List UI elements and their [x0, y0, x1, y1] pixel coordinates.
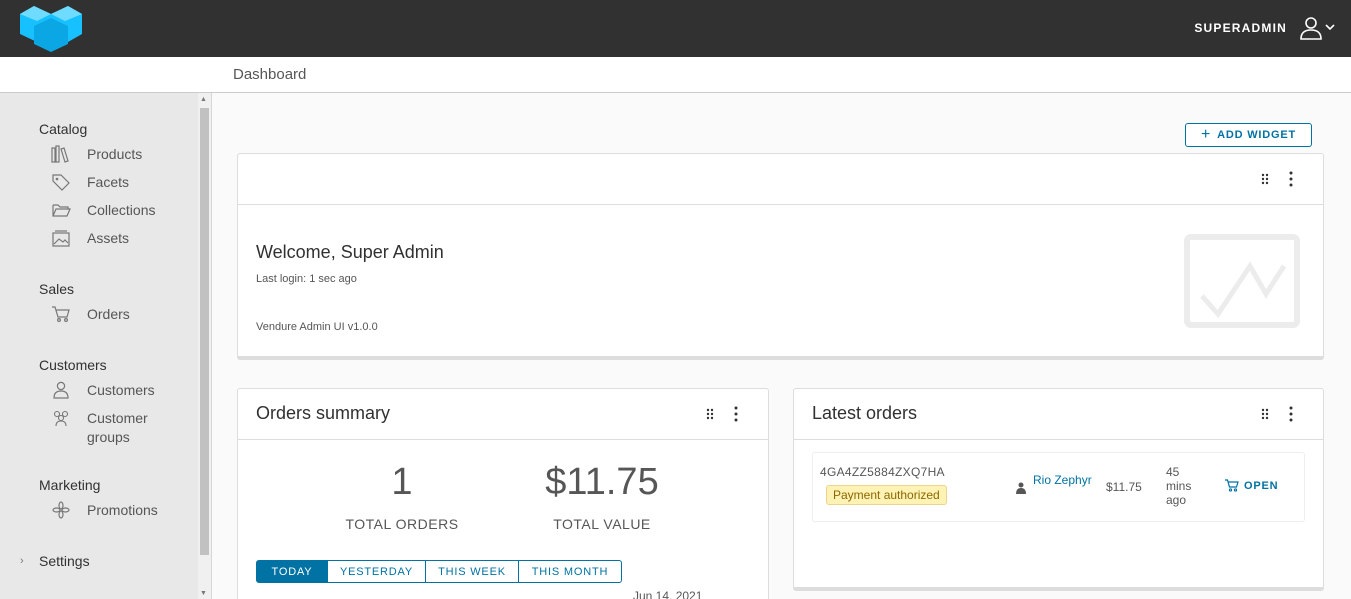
breadcrumb-bar: Dashboard	[0, 57, 1351, 93]
customer-link[interactable]: Rio Zephyr	[1033, 473, 1093, 487]
open-order-link[interactable]: OPEN	[1225, 479, 1278, 492]
sidebar-section-marketing: Marketing	[39, 477, 101, 493]
welcome-widget: Welcome, Super Admin Last login: 1 sec a…	[237, 153, 1324, 360]
vendure-cube-logo[interactable]	[20, 4, 82, 52]
sidebar-item-assets[interactable]: Assets	[51, 229, 129, 248]
widget-header	[238, 154, 1323, 205]
user-icon	[1300, 17, 1335, 40]
tab-today[interactable]: TODAY	[256, 560, 328, 583]
tab-this-month[interactable]: THIS MONTH	[519, 560, 622, 583]
sidebar-item-facets[interactable]: Facets	[51, 173, 129, 192]
sidebar-item-promotions[interactable]: Promotions	[51, 501, 158, 520]
sidebar-item-label: Facets	[87, 174, 130, 190]
add-widget-button[interactable]: + ADD WIDGET	[1185, 123, 1312, 147]
user-icon	[1016, 482, 1026, 494]
sidebar-item-label: Orders	[87, 306, 130, 322]
sidebar-section-settings[interactable]: Settings	[39, 553, 90, 569]
scroll-up-arrow-icon[interactable]: ▲	[200, 96, 207, 103]
sidebar-item-label: Promotions	[87, 502, 158, 518]
period-tabs: TODAY YESTERDAY THIS WEEK THIS MONTH	[256, 560, 622, 583]
last-login-text: Last login: 1 sec ago	[256, 273, 357, 285]
shopping-cart-icon	[1225, 479, 1239, 492]
total-orders-label: TOTAL ORDERS	[345, 516, 459, 532]
version-text: Vendure Admin UI v1.0.0	[256, 321, 378, 333]
line-chart-placeholder-icon	[1184, 234, 1300, 328]
sidebar-item-label: Customer groups	[87, 410, 148, 445]
sidebar-item-label: Products	[87, 146, 143, 162]
sidebar-item-label: Customers	[87, 382, 155, 398]
sidebar-scrollbar-thumb[interactable]	[200, 108, 209, 555]
users-icon	[53, 410, 69, 427]
chevron-down-icon	[1325, 24, 1335, 31]
sidebar-section-catalog: Catalog	[39, 121, 88, 137]
more-options-icon[interactable]	[733, 405, 739, 423]
total-value-label: TOTAL VALUE	[553, 516, 651, 532]
top-header: SUPERADMIN	[0, 0, 1351, 57]
table-row: 4GA4ZZ5884ZXQ7HA Payment authorized Rio …	[812, 452, 1305, 522]
date-label: Jun 14, 2021	[633, 589, 703, 599]
orders-summary-widget: Orders summary 1 TOTAL ORDERS $11.75 TOT…	[237, 388, 769, 599]
widget-title: Latest orders	[812, 403, 918, 423]
user-icon	[53, 381, 69, 399]
scroll-down-arrow-icon[interactable]: ▼	[200, 590, 207, 597]
tag-icon	[52, 174, 70, 191]
sidebar-item-label: Collections	[87, 202, 156, 218]
drag-handle-icon[interactable]	[705, 407, 715, 421]
order-time: 45 mins ago	[1166, 465, 1192, 507]
sidebar-item-collections[interactable]: Collections	[51, 201, 155, 220]
sidebar-item-customers[interactable]: Customers	[51, 381, 155, 400]
sidebar-section-sales: Sales	[39, 281, 75, 297]
open-label: OPEN	[1244, 479, 1279, 492]
drag-handle-icon[interactable]	[1260, 172, 1270, 186]
sidebar-item-customer-groups[interactable]: Customer groups	[51, 409, 181, 447]
sidebar-item-label: Assets	[87, 230, 130, 246]
status-badge: Payment authorized	[826, 485, 947, 505]
order-code: 4GA4ZZ5884ZXQ7HA	[820, 465, 945, 479]
image-gallery-icon	[52, 230, 70, 247]
sidebar-item-products[interactable]: Products	[51, 145, 142, 164]
sidebar-section-customers: Customers	[39, 357, 107, 373]
sidebar-nav	[0, 93, 212, 599]
drag-handle-icon[interactable]	[1260, 407, 1270, 421]
folder-open-icon	[52, 204, 71, 217]
widget-title: Orders summary	[256, 403, 391, 423]
total-orders-value: 1	[391, 461, 413, 503]
plus-icon: +	[1200, 126, 1212, 143]
breadcrumb: Dashboard	[233, 66, 307, 83]
asterisk-icon	[52, 501, 70, 519]
more-options-icon[interactable]	[1288, 405, 1294, 423]
shopping-cart-icon	[52, 306, 70, 323]
tab-this-week[interactable]: THIS WEEK	[426, 560, 519, 583]
order-total: $11.75	[1106, 480, 1142, 494]
welcome-title: Welcome, Super Admin	[256, 242, 444, 262]
sidebar-item-orders[interactable]: Orders	[51, 305, 130, 324]
add-widget-label: ADD WIDGET	[1217, 129, 1297, 141]
latest-orders-widget: Latest orders 4GA4ZZ5884ZXQ7HA Payment a…	[793, 388, 1324, 591]
tab-yesterday[interactable]: YESTERDAY	[328, 560, 426, 583]
user-menu-button[interactable]	[1299, 16, 1339, 42]
user-name: SUPERADMIN	[1194, 21, 1287, 35]
total-value-value: $11.75	[545, 461, 659, 503]
chevron-right-icon[interactable]: ›	[20, 555, 24, 567]
more-options-icon[interactable]	[1288, 170, 1294, 188]
library-icon	[51, 145, 69, 163]
